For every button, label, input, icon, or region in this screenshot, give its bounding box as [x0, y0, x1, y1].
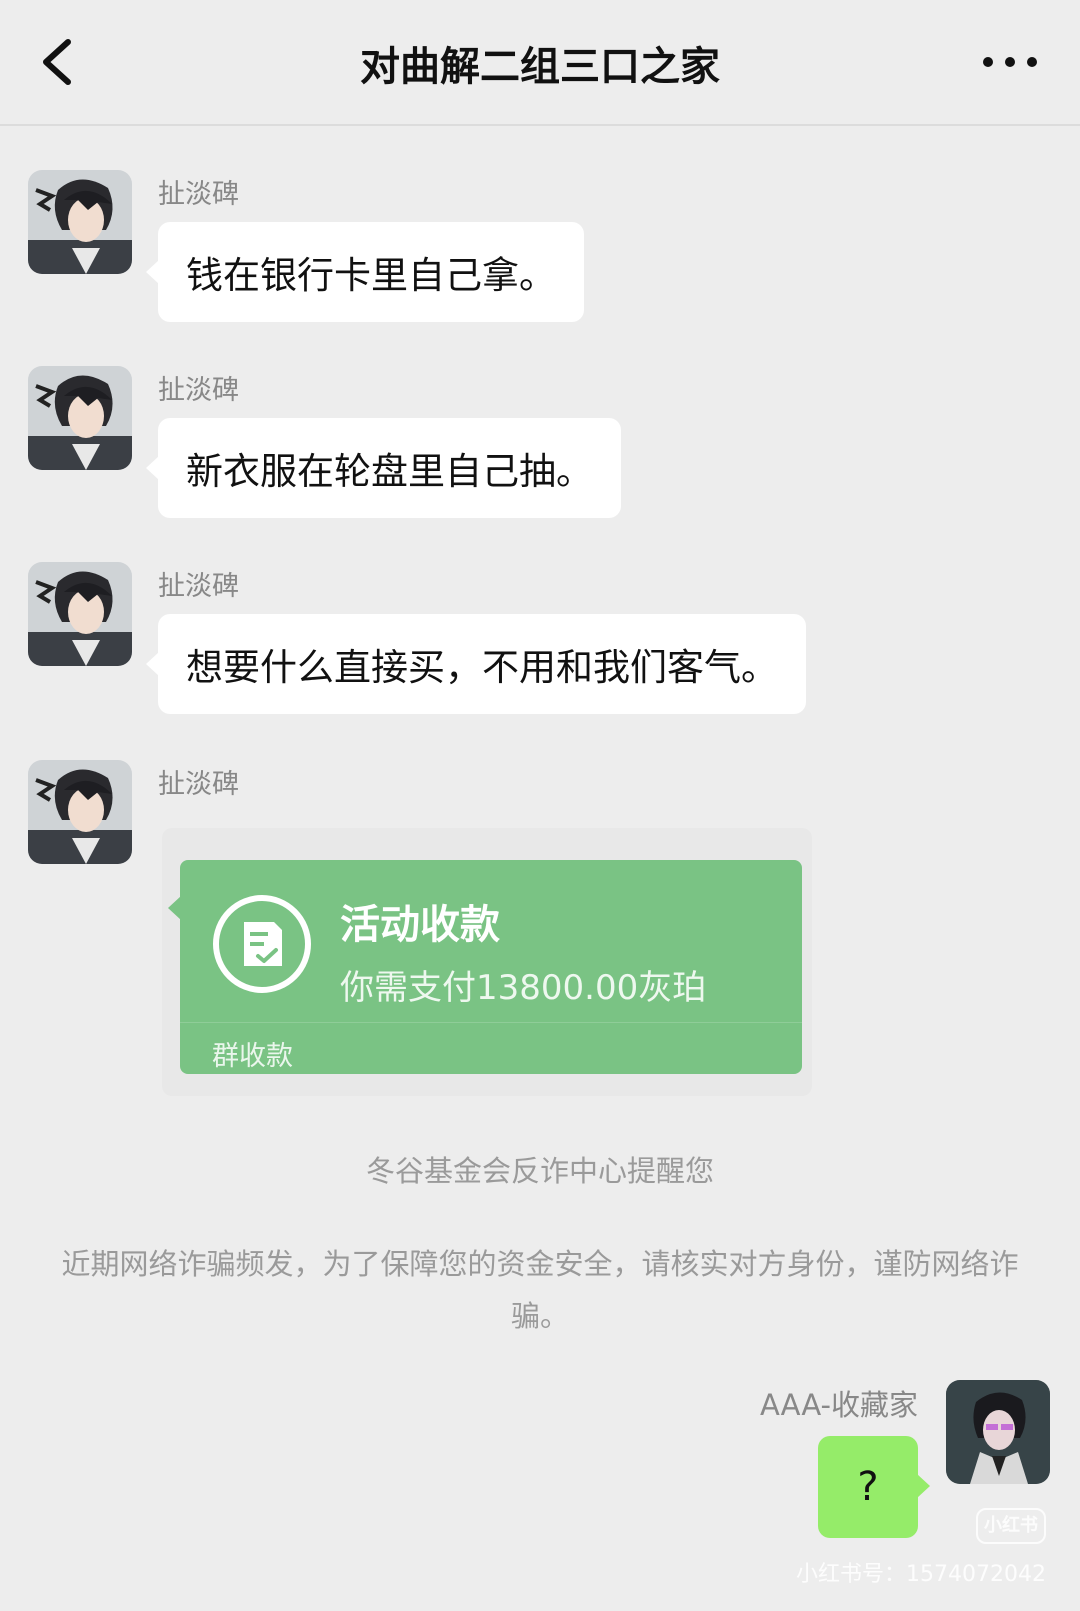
payment-type-label: 群收款 — [212, 1041, 293, 1072]
sender-name: 扯淡碑 — [158, 375, 239, 406]
chat-header: 对曲解二组三口之家 — [0, 0, 1080, 126]
anti-fraud-notice-body: 近期网络诈骗频发，为了保障您的资金安全，请核实对方身份，谨防网络诈骗。 — [61, 1247, 1019, 1333]
group-payment-card[interactable]: 活动收款 你需支付13800.00灰珀 群收款 — [168, 860, 802, 1074]
message-bubble[interactable]: 钱在银行卡里自己拿。 — [146, 222, 584, 322]
more-options-icon[interactable] — [970, 40, 1050, 84]
sender-name: 扯淡碑 — [158, 571, 239, 602]
sender-avatar[interactable] — [28, 366, 132, 470]
chat-title: 对曲解二组三口之家 — [360, 44, 720, 90]
message-bubble[interactable]: 新衣服在轮盘里自己抽。 — [146, 418, 621, 518]
xiaohongshu-logo: 小红书 — [976, 1508, 1046, 1544]
payment-title: 活动收款 — [340, 902, 500, 948]
sender-name: 扯淡碑 — [158, 179, 239, 210]
back-arrow-icon[interactable] — [30, 30, 90, 94]
my-message-bubble[interactable]: ? — [818, 1436, 930, 1538]
payment-amount: 你需支付13800.00灰珀 — [340, 968, 707, 1008]
receipt-check-icon — [210, 892, 314, 996]
my-sender-name: AAA-收藏家 — [760, 1388, 918, 1422]
sender-avatar[interactable] — [28, 562, 132, 666]
message-bubble[interactable]: 想要什么直接买，不用和我们客气。 — [146, 614, 806, 714]
payment-divider — [180, 1022, 802, 1023]
anti-fraud-notice-title: 冬谷基金会反诈中心提醒您 — [365, 1154, 714, 1188]
sender-name: 扯淡碑 — [158, 769, 239, 800]
chat-screen: 对曲解二组三口之家 扯淡碑 钱在银行卡里自己拿。 扯淡碑 新衣服在轮盘里自己抽。… — [0, 0, 1080, 1611]
sender-avatar[interactable] — [28, 760, 132, 864]
my-avatar[interactable] — [946, 1380, 1050, 1484]
sender-avatar[interactable] — [28, 170, 132, 274]
watermark-id: 小红书号：1574072042 — [796, 1562, 1046, 1587]
